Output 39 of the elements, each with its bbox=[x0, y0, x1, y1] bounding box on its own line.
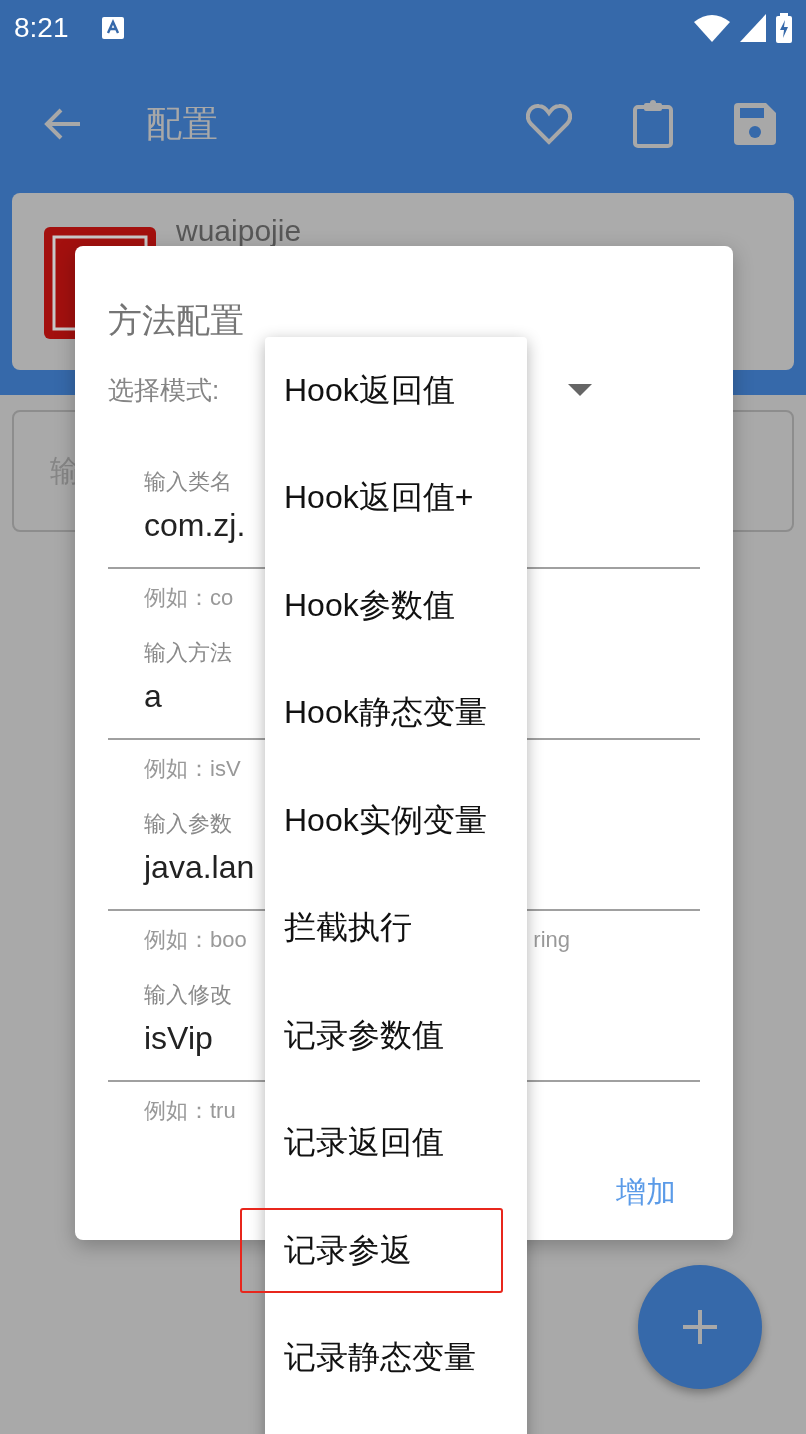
wifi-icon bbox=[694, 14, 730, 42]
heart-icon[interactable] bbox=[526, 103, 572, 145]
menu-item[interactable]: Hook返回值+ bbox=[265, 444, 527, 552]
status-time: 8:21 bbox=[14, 12, 70, 44]
menu-item[interactable]: Hook静态变量 bbox=[265, 659, 527, 767]
add-fab[interactable] bbox=[638, 1265, 762, 1389]
field-hint: ring bbox=[533, 927, 570, 953]
back-icon[interactable] bbox=[44, 108, 82, 140]
menu-item[interactable]: 记录参数值 bbox=[265, 982, 527, 1090]
field-value[interactable]: java.lan bbox=[144, 849, 255, 885]
field-value[interactable]: isVip bbox=[144, 1020, 213, 1056]
menu-item[interactable]: 记录静态变量 bbox=[265, 1304, 527, 1412]
field-label: 输入修改 bbox=[144, 982, 232, 1007]
field-hint: 例如：tru bbox=[144, 1097, 236, 1125]
menu-item[interactable]: 拦截执行 bbox=[265, 874, 527, 982]
dialog-title: 方法配置 bbox=[108, 300, 245, 341]
menu-item[interactable]: Hook返回值 bbox=[265, 337, 527, 445]
dropdown-caret-icon[interactable] bbox=[568, 384, 592, 396]
app-name: wuaipojie bbox=[176, 213, 302, 249]
plus-icon bbox=[683, 1310, 717, 1344]
toolbar-title: 配置 bbox=[146, 101, 218, 146]
field-label: 输入参数 bbox=[144, 811, 232, 836]
menu-item[interactable]: Hook实例变量 bbox=[265, 767, 527, 875]
battery-icon bbox=[776, 13, 792, 43]
field-hint: 例如：isV bbox=[144, 755, 241, 783]
field-hint: 例如：boo bbox=[144, 926, 247, 954]
app-notification-icon bbox=[102, 17, 124, 39]
menu-item[interactable]: Hook参数值 bbox=[265, 552, 527, 660]
field-value[interactable]: com.zj. bbox=[144, 507, 246, 543]
mode-label: 选择模式: bbox=[108, 373, 220, 407]
save-icon[interactable] bbox=[734, 103, 776, 145]
signal-icon bbox=[740, 14, 766, 42]
field-label: 输入类名 bbox=[144, 469, 232, 494]
clipboard-icon[interactable] bbox=[632, 100, 674, 148]
field-label: 输入方法 bbox=[144, 640, 232, 665]
field-hint: 例如：co bbox=[144, 584, 234, 612]
field-value[interactable]: a bbox=[144, 678, 162, 714]
menu-item[interactable]: 记录返回值 bbox=[265, 1089, 527, 1197]
menu-item[interactable]: 记录参返 bbox=[265, 1197, 527, 1305]
